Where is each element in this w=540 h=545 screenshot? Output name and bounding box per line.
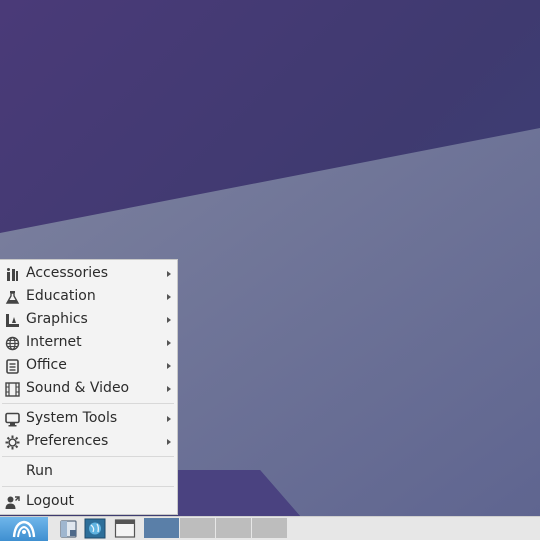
workspace-2[interactable] — [180, 518, 215, 538]
menu-item-office[interactable]: Office — [0, 355, 177, 377]
menu-item-graphics[interactable]: Graphics — [0, 309, 177, 331]
logout-icon — [5, 496, 20, 509]
workspace-4[interactable] — [252, 518, 287, 538]
terminal-window-icon — [114, 519, 136, 538]
menu-separator — [2, 403, 174, 404]
taskbar — [0, 516, 540, 541]
monitor-icon — [5, 412, 20, 427]
menu-item-logout[interactable]: Logout — [0, 491, 177, 513]
menu-item-label: Graphics — [26, 311, 88, 327]
menu-separator — [2, 456, 174, 457]
submenu-arrow-icon — [167, 317, 171, 323]
flask-icon — [5, 291, 20, 304]
menu-item-sound-video[interactable]: Sound & Video — [0, 378, 177, 400]
submenu-arrow-icon — [167, 294, 171, 300]
submenu-arrow-icon — [167, 386, 171, 392]
submenu-arrow-icon — [167, 439, 171, 445]
menu-item-run[interactable]: Run — [0, 461, 177, 483]
application-menu: Accessories Education Graphics Internet — [0, 259, 178, 515]
workspace-1[interactable] — [144, 518, 179, 538]
submenu-arrow-icon — [167, 271, 171, 277]
file-manager-launcher[interactable] — [58, 518, 80, 539]
menu-item-label: Accessories — [26, 265, 109, 281]
globe-icon — [5, 336, 20, 351]
menu-item-label: Run — [26, 463, 53, 479]
workspace-3[interactable] — [216, 518, 251, 538]
document-icon — [6, 359, 19, 374]
film-icon — [5, 382, 20, 397]
menu-item-preferences[interactable]: Preferences — [0, 431, 177, 453]
gear-icon — [5, 435, 20, 450]
menu-separator — [2, 486, 174, 487]
submenu-arrow-icon — [167, 416, 171, 422]
menu-item-label: Preferences — [26, 433, 109, 449]
menu-item-label: Sound & Video — [26, 380, 130, 396]
start-menu-button[interactable] — [0, 517, 48, 541]
menu-item-system-tools[interactable]: System Tools — [0, 408, 177, 430]
menu-item-label: Internet — [26, 334, 82, 350]
web-browser-icon — [84, 518, 106, 539]
accessories-icon — [7, 268, 18, 281]
terminal-launcher[interactable] — [114, 518, 136, 539]
menu-item-label: Education — [26, 288, 96, 304]
menu-item-internet[interactable]: Internet — [0, 332, 177, 354]
web-browser-launcher[interactable] — [84, 518, 106, 539]
menu-item-label: Logout — [26, 493, 74, 509]
menu-item-education[interactable]: Education — [0, 286, 177, 308]
submenu-arrow-icon — [167, 340, 171, 346]
menu-item-accessories[interactable]: Accessories — [0, 263, 177, 285]
submenu-arrow-icon — [167, 363, 171, 369]
menu-item-label: Office — [26, 357, 67, 373]
menu-item-label: System Tools — [26, 410, 118, 426]
start-menu-icon — [12, 520, 36, 538]
file-manager-icon — [60, 520, 77, 538]
graphics-icon — [6, 314, 19, 327]
